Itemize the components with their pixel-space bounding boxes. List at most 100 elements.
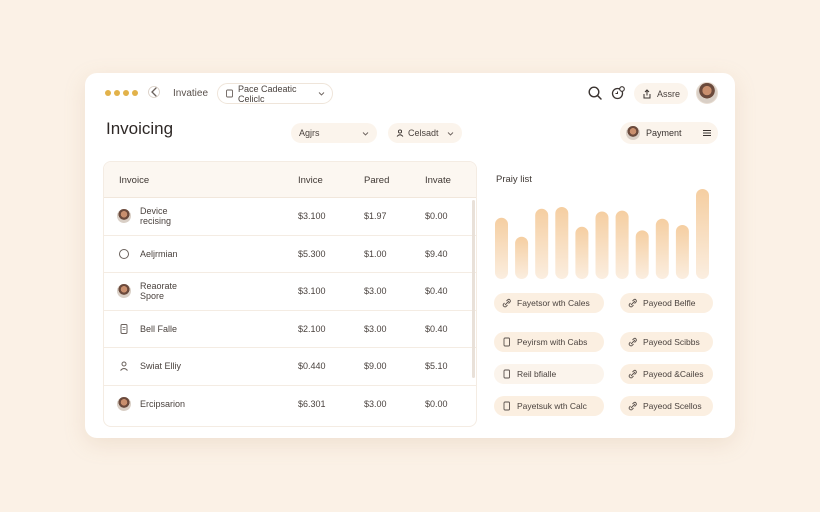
column-header-invoice[interactable]: Invoice [119,175,149,186]
row-invice: $3.100 [298,286,326,297]
payment-option-label: Peyirsm with Cabs [517,337,588,347]
chart-bar [615,210,629,279]
contact-filter-label: Celsadt [408,128,439,138]
payment-option-button[interactable]: Reil bfialle [494,364,604,384]
row-invate: $0.40 [425,286,448,297]
chevron-down-icon [318,92,325,96]
avatar [117,284,131,299]
row-pared: $3.00 [364,323,387,334]
chart-bar [575,226,589,279]
chart-bar [655,218,669,279]
chart-bar [675,225,689,279]
person-icon [396,129,404,137]
table-header: Invoice Invice Pared Invate [104,162,476,198]
chart-bar [495,217,508,279]
column-header-invate[interactable]: Invate [425,175,451,186]
payment-option-button[interactable]: Payeod &Cailes [620,364,713,384]
panel-title: Praiy list [496,174,532,185]
table-scrollbar[interactable] [472,200,475,378]
user-avatar[interactable] [696,82,718,104]
payment-avatar [626,126,640,140]
contact-filter[interactable]: Celsadt [388,123,462,143]
avatar [117,209,131,224]
circle-icon [119,248,129,259]
row-pared: $9.00 [364,361,387,372]
row-invate: $5.10 [425,361,448,372]
link-icon [628,401,637,411]
link-icon [502,298,511,308]
document-icon [226,89,233,98]
link-icon [628,337,637,347]
row-name: Reaorate Spore [140,281,178,302]
row-invate: $0.00 [425,211,448,222]
payment-option-label: Payeod Belfle [643,298,696,308]
row-invate: $9.40 [425,248,448,259]
notification-icon[interactable] [610,85,626,101]
chart-bar [535,208,549,279]
payment-option-label: Fayetsor wth Cales [517,298,590,308]
row-name: Bell Falle [140,323,178,334]
share-button[interactable]: Assre [634,83,688,104]
column-header-pared[interactable]: Pared [364,175,389,186]
payment-option-button[interactable]: Payetsuk wth Calc [494,396,604,416]
project-selector-label: Pace Cadeatic Celiclc [238,83,297,104]
payment-option-label: Payetsuk wth Calc [517,401,587,411]
top-bar: Invatiee Pace Cadeatic Celiclc Assre [85,73,735,115]
chart-bar [555,207,569,279]
window-dots[interactable] [105,90,138,96]
dot [123,90,129,96]
chevron-down-icon [362,131,369,136]
row-name: Swiat Elliy [140,361,182,372]
payment-option-label: Payeod Scellos [643,401,702,411]
row-invice: $3.100 [298,211,326,222]
dot [132,90,138,96]
payment-option-button[interactable]: Payeod Scellos [620,396,713,416]
table-row[interactable]: Reaorate Spore $3.100 $3.00 $0.40 [104,273,476,311]
share-label: Assre [656,88,680,99]
row-invice: $5.300 [298,248,326,259]
agents-filter-label: Agjrs [299,128,320,138]
row-invice: $6.301 [298,399,326,410]
payment-option-button[interactable]: Peyirsm with Cabs [494,332,604,352]
row-pared: $3.00 [364,399,387,410]
project-selector[interactable]: Pace Cadeatic Celiclc [217,83,333,104]
card-icon [503,369,510,379]
agents-filter[interactable]: Agjrs [291,123,377,143]
payment-option-label: Payeod &Cailes [643,369,704,379]
row-name: Aeljrmian [140,248,178,259]
receipt-icon [120,323,128,334]
row-pared: $1.97 [364,211,387,222]
payment-option-label: Reil bfialle [517,369,557,379]
card-icon [503,337,510,347]
row-invice: $2.100 [298,323,326,334]
payment-option-button[interactable]: Fayetsor wth Cales [494,293,604,313]
row-pared: $1.00 [364,248,387,259]
payment-label: Payment [646,128,682,138]
row-invice: $0.440 [298,361,326,372]
table-row[interactable]: Ercipsarion $6.301 $3.00 $0.00 [104,386,476,424]
card-icon [503,401,510,411]
row-name: Ercipsarion [140,399,186,410]
search-icon[interactable] [587,85,603,101]
invoice-table: Invoice Invice Pared Invate Device recisi… [103,161,477,427]
row-avatar [117,209,131,224]
row-avatar [117,284,131,299]
table-row[interactable]: Device recising $3.100 $1.97 $0.00 [104,198,476,236]
row-invate: $0.00 [425,399,448,410]
table-row[interactable]: Aeljrmian $5.300 $1.00 $9.40 [104,236,476,273]
row-avatar [117,397,131,412]
menu-icon[interactable] [702,128,712,138]
payment-option-label: Payeod Scibbs [643,337,700,347]
payment-option-button[interactable]: Payeod Belfle [620,293,713,313]
table-row[interactable]: Swiat Elliy $0.440 $9.00 $5.10 [104,348,476,386]
payment-option-button[interactable]: Payeod Scibbs [620,332,713,352]
table-row[interactable]: Bell Falle $2.100 $3.00 $0.40 [104,311,476,348]
chart-bar [515,236,529,279]
payment-button[interactable]: Payment [620,122,718,144]
chart-bar [696,189,709,279]
back-arrow-icon[interactable] [147,85,161,99]
column-header-invice[interactable]: Invice [298,175,323,186]
dot [105,90,111,96]
user-icon [120,361,128,372]
breadcrumb[interactable]: Invatiee [173,88,208,99]
